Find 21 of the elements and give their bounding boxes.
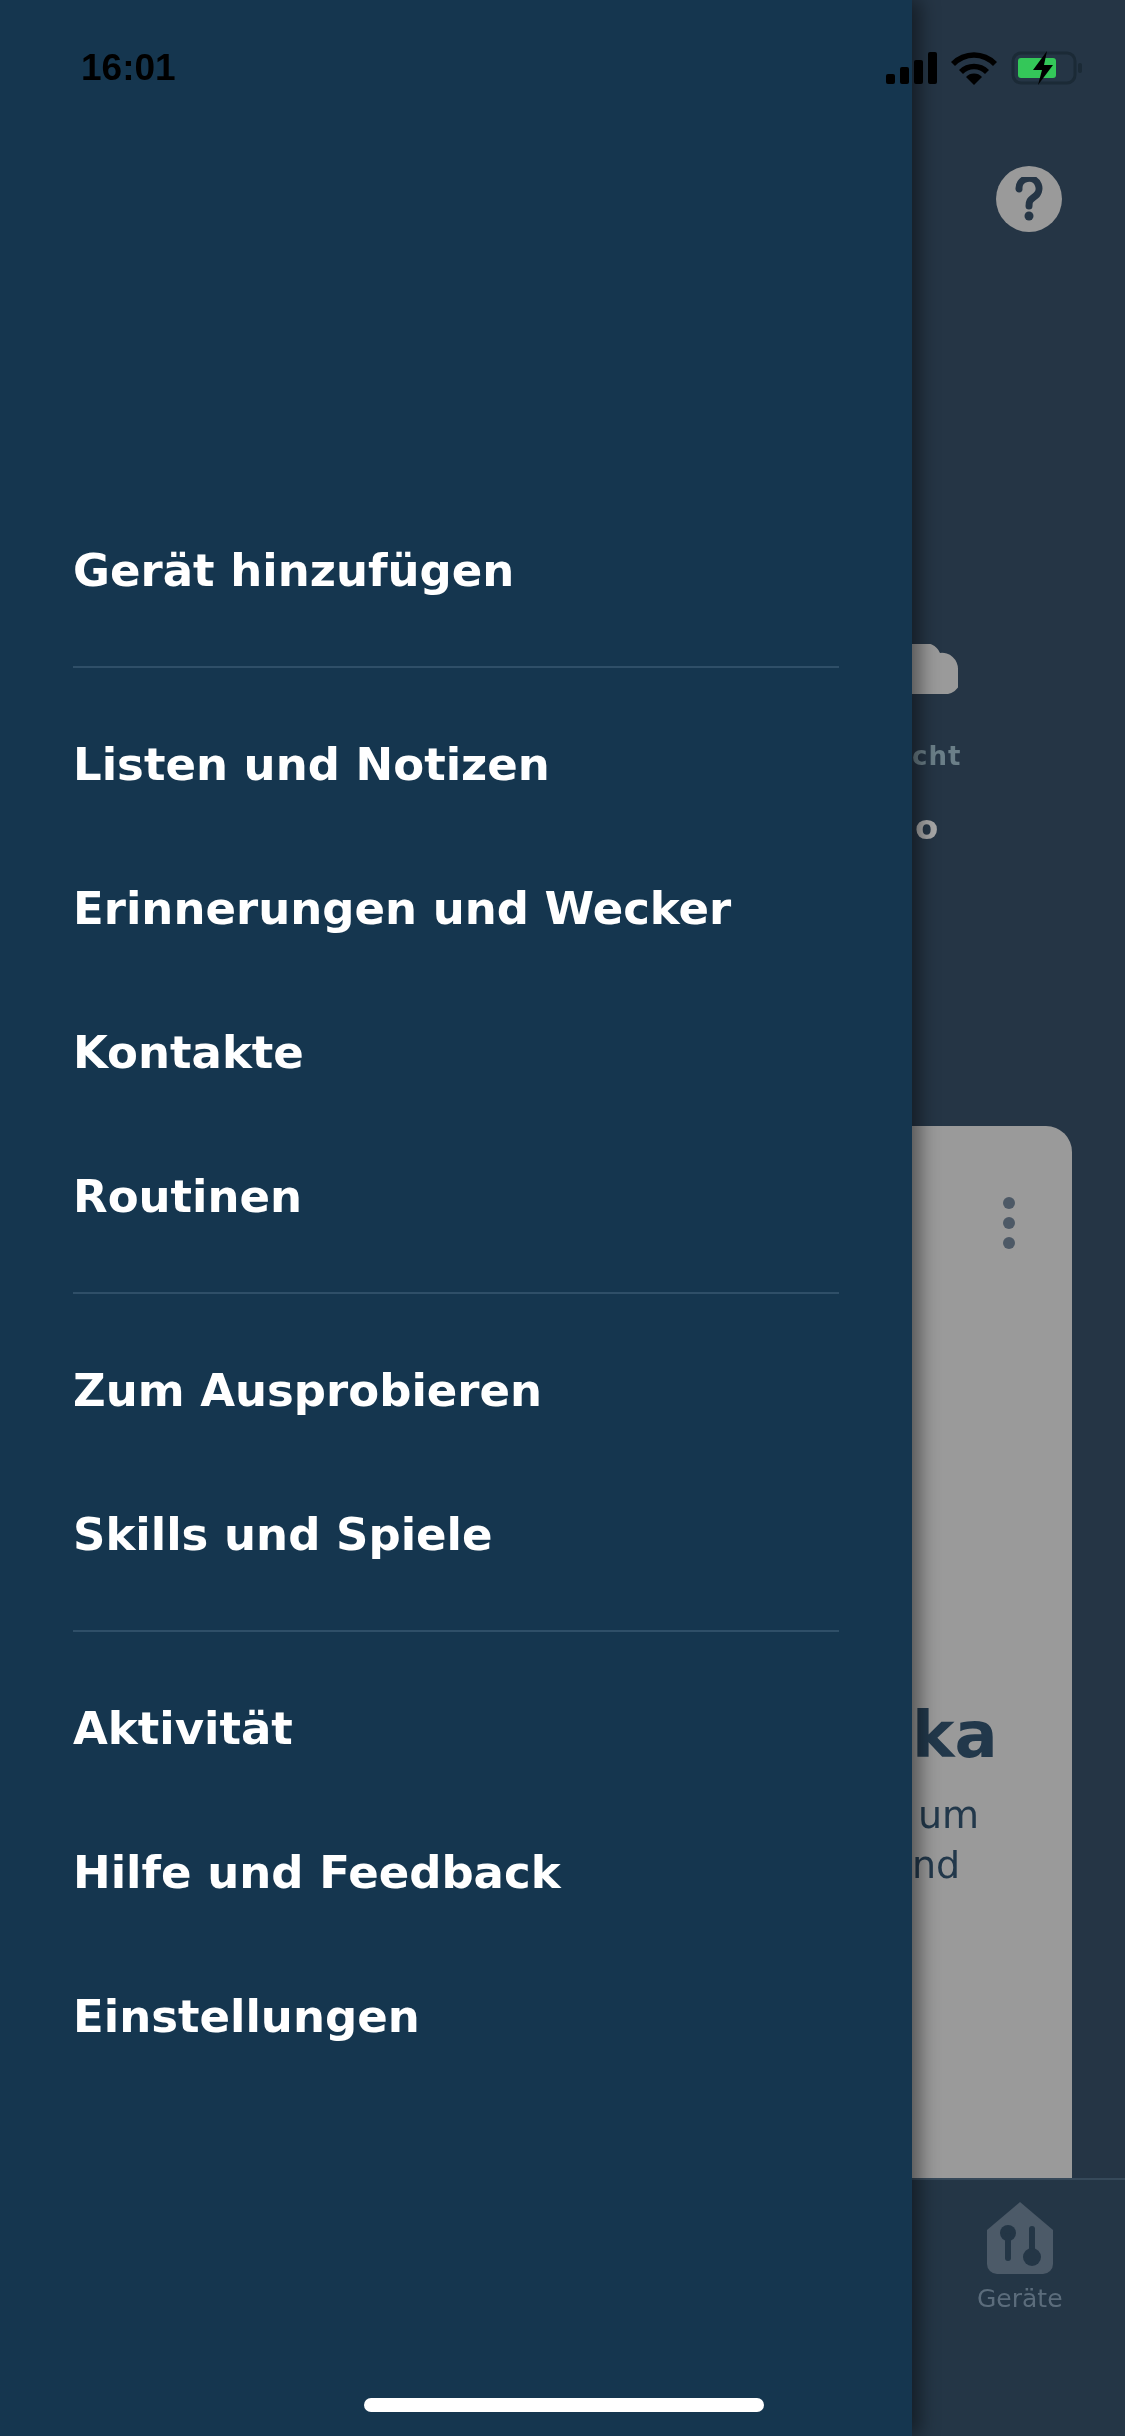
signal-icon	[886, 52, 937, 84]
cloud-icon	[912, 644, 958, 694]
menu-item[interactable]: Kontakte	[0, 980, 912, 1124]
wifi-icon	[951, 51, 997, 85]
weather-label: cht	[912, 741, 963, 771]
card-text: nd	[912, 1842, 962, 1889]
menu-item[interactable]: Zum Ausprobieren	[0, 1318, 912, 1462]
menu-item[interactable]: Routinen	[0, 1124, 912, 1268]
menu-item[interactable]: Einstellungen	[0, 1944, 912, 2088]
card-text: um	[918, 1792, 981, 1839]
menu-item[interactable]: Erinnerungen und Wecker	[0, 836, 912, 980]
status-time: 16:01	[81, 47, 176, 89]
card-title: ka	[912, 1700, 999, 1770]
house-icon	[986, 2202, 1053, 2274]
menu-item[interactable]: Skills und Spiele	[0, 1462, 912, 1606]
more-icon[interactable]	[1002, 1196, 1016, 1250]
menu-item[interactable]: Aktivität	[0, 1656, 912, 1800]
weather-value: o	[915, 809, 940, 845]
menu-item[interactable]: Gerät hinzufügen	[0, 498, 912, 642]
menu-item[interactable]: Listen und Notizen	[0, 692, 912, 836]
menu-item[interactable]: Hilfe und Feedback	[0, 1800, 912, 1944]
